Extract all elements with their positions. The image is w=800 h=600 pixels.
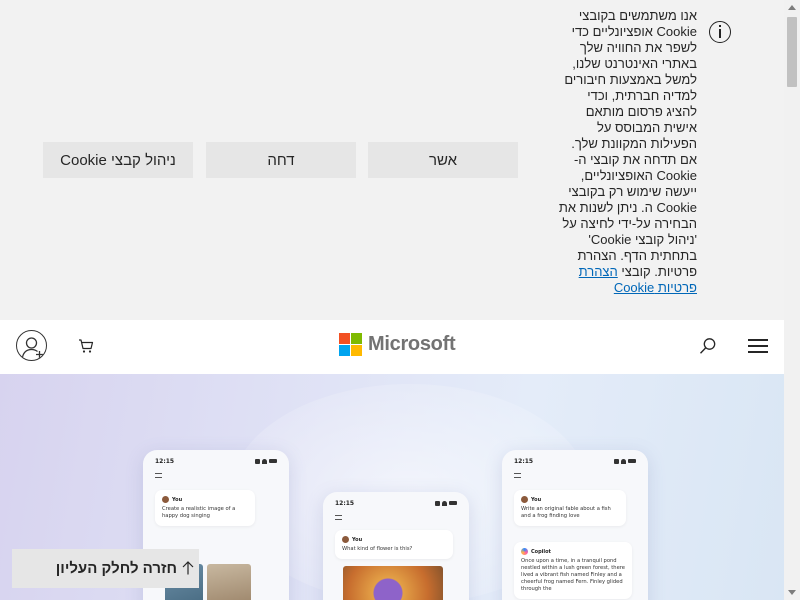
scroll-down-arrow-icon[interactable] (788, 590, 796, 595)
chat-bubble: You Create a realistic image of a happy … (155, 490, 255, 526)
chat-message: Create a realistic image of a happy dog … (162, 506, 236, 519)
phone-mockup: 12:15 You What kind of flower is this? (323, 492, 469, 600)
microsoft-logo-icon (339, 332, 362, 356)
hamburger-menu-icon[interactable] (748, 339, 768, 353)
logo-square-blue (339, 344, 350, 356)
manage-cookies-button[interactable]: ניהול קבצי Cookie (43, 142, 193, 178)
chat-username: You (531, 496, 542, 503)
chat-reply: Once upon a time, in a tranquil pond nes… (521, 558, 625, 592)
phone-time: 12:15 (155, 458, 175, 465)
phone-mockup: 12:15 You Write an original fable about … (502, 450, 648, 600)
phone-time: 12:15 (335, 500, 355, 507)
chat-username: You (352, 536, 363, 543)
account-icon-graphic (21, 337, 43, 358)
copilot-icon (521, 548, 528, 555)
logo-square-green (351, 332, 362, 344)
phone-status-icons (255, 459, 277, 464)
microsoft-wordmark: Microsoft (368, 332, 456, 355)
phone-menu-icon (155, 473, 162, 478)
chat-message: What kind of flower is this? (342, 546, 413, 552)
reject-cookies-button[interactable]: דחה (206, 142, 356, 178)
chat-bubble: You Write an original fable about a fish… (514, 490, 626, 526)
search-icon[interactable] (699, 337, 717, 355)
back-to-top-label: חזרה לחלק העליון (55, 560, 177, 577)
microsoft-logo[interactable]: Microsoft (339, 332, 456, 356)
info-icon (709, 21, 731, 43)
flower-photo (343, 566, 443, 600)
chat-username: You (172, 496, 183, 503)
page-scrollbar[interactable] (784, 0, 800, 600)
user-avatar (162, 496, 169, 503)
phone-time: 12:15 (514, 458, 534, 465)
phone-status-icons (435, 501, 457, 506)
accept-cookies-button[interactable]: אשר (368, 142, 518, 178)
scroll-up-arrow-icon[interactable] (788, 5, 796, 10)
account-icon[interactable] (16, 330, 47, 361)
cookie-banner: אנו משתמשים בקובצי Cookie אופציונליים כד… (0, 0, 784, 320)
back-to-top-button[interactable]: חזרה לחלק העליון (12, 549, 199, 588)
chat-message: Write an original fable about a fish and… (521, 506, 611, 519)
cookie-message-text: אנו משתמשים בקובצי Cookie אופציונליים כד… (558, 8, 697, 279)
assistant-name: Copilot (531, 548, 551, 555)
site-header: Microsoft (0, 320, 784, 374)
generated-image (207, 564, 251, 600)
copilot-reply: Copilot Once upon a time, in a tranquil … (514, 542, 632, 599)
user-avatar (342, 536, 349, 543)
arrow-up-icon (182, 561, 194, 575)
cart-icon[interactable] (78, 338, 94, 354)
logo-square-yellow (351, 344, 362, 356)
chat-bubble: You What kind of flower is this? (335, 530, 453, 559)
scroll-thumb[interactable] (787, 17, 797, 87)
user-avatar (521, 496, 528, 503)
cookie-message: אנו משתמשים בקובצי Cookie אופציונליים כד… (556, 8, 697, 296)
phone-menu-icon (514, 473, 521, 478)
phone-status-icons (614, 459, 636, 464)
logo-square-red (339, 332, 350, 344)
phone-menu-icon (335, 515, 342, 520)
